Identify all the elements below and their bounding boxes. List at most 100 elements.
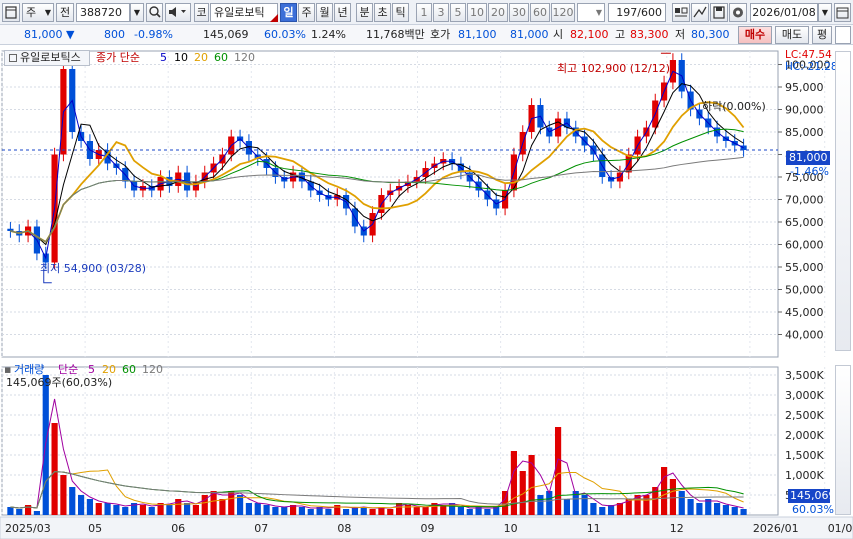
- price-tick-label: 90,000: [785, 104, 824, 117]
- date-tick-label: 06: [171, 522, 185, 535]
- high-value: 83,300: [630, 28, 669, 41]
- volume-tick-label: 2,000K: [785, 429, 824, 442]
- interval-20[interactable]: 20: [488, 3, 508, 22]
- interval-3[interactable]: 3: [433, 3, 449, 22]
- volume-ratio: 60.03%: [264, 28, 306, 41]
- volume-bar: [696, 503, 703, 515]
- price-tick-label: 65,000: [785, 216, 824, 229]
- period-tab-month[interactable]: 월: [316, 3, 333, 22]
- stock-name-label: 유일로보틱: [214, 6, 265, 19]
- volume-bar: [298, 507, 306, 515]
- date-field[interactable]: 2026/01/08: [750, 3, 818, 22]
- ma-10-label: 10: [174, 51, 188, 64]
- volume-bar: [51, 423, 58, 515]
- volume-tick-label: 1,500K: [785, 449, 824, 462]
- code-input[interactable]: 388720: [76, 3, 130, 22]
- volume-bar: [581, 495, 588, 515]
- volume-scale-scrollbar[interactable]: [835, 365, 851, 515]
- volume-bar: [731, 507, 738, 515]
- date-dropdown-icon[interactable]: ▼: [818, 3, 832, 22]
- window-menu-icon[interactable]: [2, 3, 20, 22]
- volume-bar: [360, 507, 367, 515]
- interval-5[interactable]: 5: [450, 3, 466, 22]
- volume-bar: [77, 495, 85, 515]
- period-tab-day[interactable]: 일: [280, 3, 297, 22]
- market-select[interactable]: 주 ▼: [22, 3, 54, 22]
- flag-icon: [270, 14, 278, 22]
- ma-20-label: 20: [194, 51, 208, 64]
- price-tick-label: 50,000: [785, 284, 824, 297]
- speaker-icon[interactable]: [165, 3, 191, 22]
- interval-30[interactable]: 30: [509, 3, 529, 22]
- entire-button[interactable]: 전: [56, 3, 74, 22]
- price-ma-label: 종가 단순: [96, 51, 140, 64]
- volume-bar: [95, 503, 102, 515]
- save-icon[interactable]: [710, 3, 728, 22]
- volume-bar: [16, 509, 23, 515]
- volume-bar: [113, 505, 120, 515]
- search-icon[interactable]: [146, 3, 163, 22]
- interval-60[interactable]: 60: [530, 3, 550, 22]
- volume-bar: [122, 507, 129, 515]
- turnover: 1.24%: [311, 28, 346, 41]
- period-tab-second[interactable]: 초: [374, 3, 391, 22]
- period-tab-minute[interactable]: 분: [356, 3, 373, 22]
- count-field[interactable]: 197/600: [608, 3, 666, 22]
- interval-custom-select[interactable]: ▼: [577, 3, 605, 22]
- ma-60-label: 60: [214, 51, 228, 64]
- calendar-icon[interactable]: [834, 3, 851, 22]
- draw-line-icon[interactable]: [691, 3, 709, 22]
- period-tab-tick[interactable]: 틱: [392, 3, 409, 22]
- volume-panel-title: 거래량: [14, 363, 45, 376]
- avg-button[interactable]: 평: [812, 26, 832, 44]
- code-dropdown-icon[interactable]: ▼: [130, 3, 144, 22]
- current-volume-pct: 60.03%: [792, 503, 834, 516]
- price-tick-label: 55,000: [785, 261, 824, 274]
- price-tick-label: 45,000: [785, 306, 824, 319]
- quote-extra-button[interactable]: [835, 26, 851, 44]
- stock-chart-svg[interactable]: 40,000 45,000 50,000 55,000 60,000 65,000 70,0…: [0, 45, 853, 539]
- vma-120-label: 120: [142, 363, 163, 376]
- interval-1[interactable]: 1: [416, 3, 432, 22]
- volume-bar: [254, 503, 261, 515]
- interval-120[interactable]: 120: [551, 3, 575, 22]
- volume-bar: [69, 487, 76, 515]
- period-tab-year[interactable]: 년: [334, 3, 351, 22]
- buy-button[interactable]: 매수: [738, 26, 772, 44]
- current-price-tag: 81,000: [786, 151, 830, 165]
- price-tick-label: 95,000: [785, 81, 824, 94]
- volume-tick-label: 3,500K: [785, 369, 824, 382]
- volume-bar: [263, 505, 270, 515]
- stock-name-field[interactable]: 유일로보틱: [210, 3, 278, 22]
- fit-icon[interactable]: [672, 3, 690, 22]
- volume-bar: [245, 503, 253, 515]
- volume-bar: [484, 509, 491, 515]
- current-pct-label: -1.46%: [790, 165, 829, 178]
- date-tick-label: 2026/01: [753, 522, 799, 535]
- low-value: 80,300: [691, 28, 730, 41]
- market-label: 주: [26, 6, 37, 19]
- price-scale-scrollbar[interactable]: [835, 51, 851, 351]
- sell-button[interactable]: 매도: [775, 26, 809, 44]
- volume-bar: [563, 499, 571, 515]
- date-tick-label: 12: [670, 522, 684, 535]
- current-volume-tag: 145,069: [788, 489, 836, 503]
- date-tick-label: 01/08: [828, 522, 853, 535]
- interval-10[interactable]: 10: [467, 3, 487, 22]
- price-panel-title-box[interactable]: 유일로보틱스: [4, 50, 90, 66]
- volume-bar: [537, 495, 544, 515]
- change-percent: -0.98%: [134, 28, 173, 41]
- korea-tag: 코: [194, 3, 209, 22]
- volume-ma-label: 단순: [58, 363, 79, 376]
- ma-5-label: 5: [160, 51, 167, 64]
- volume-bar: [669, 479, 677, 515]
- gear-icon[interactable]: [729, 3, 747, 22]
- current-price: 81,000 ▼: [24, 28, 75, 41]
- open-value: 82,100: [570, 28, 609, 41]
- period-tab-week[interactable]: 주: [298, 3, 315, 22]
- price-panel-title: 유일로보틱스: [20, 51, 81, 64]
- volume-bar: [466, 509, 473, 515]
- toolbar: 주 ▼ 전 388720 ▼ 코 유일로보틱 일 주 월 년 분 초 틱 1 3 …: [0, 0, 853, 25]
- volume-bar: [740, 509, 747, 515]
- volume-bar: [422, 507, 429, 515]
